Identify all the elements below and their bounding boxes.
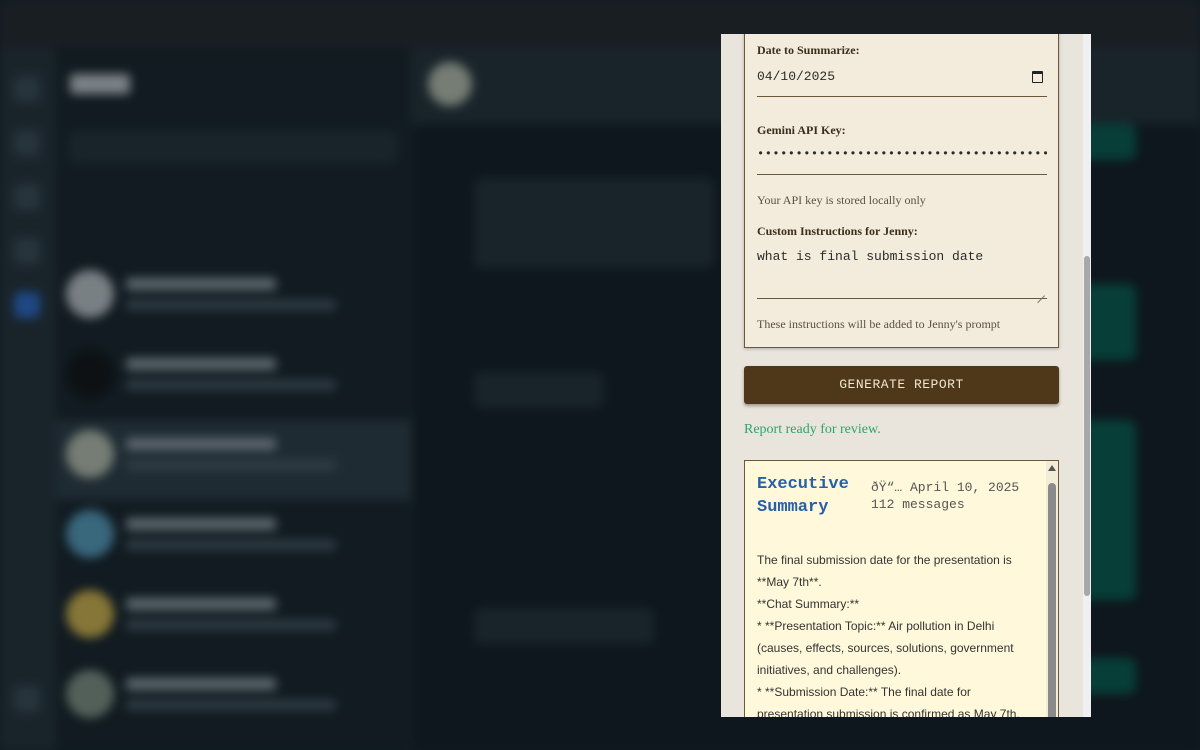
- panel-content: Date to Summarize: 04/10/2025 Gemini API…: [721, 34, 1083, 717]
- api-key-input[interactable]: ••••••••••••••••••••••••••••••••••••••••: [757, 147, 1047, 175]
- report-message-count: 112 messages: [871, 497, 965, 512]
- resize-handle-icon[interactable]: [1037, 288, 1045, 296]
- instructions-label: Custom Instructions for Jenny:: [757, 224, 918, 238]
- instructions-hint: These instructions will be added to Jenn…: [757, 317, 1001, 331]
- settings-card: Date to Summarize: 04/10/2025 Gemini API…: [744, 34, 1059, 348]
- status-message: Report ready for review.: [744, 422, 881, 437]
- report-scroll-thumb[interactable]: [1048, 483, 1056, 717]
- date-label: Date to Summarize:: [757, 43, 860, 57]
- report-output[interactable]: Executive Summary ðŸ“… April 10, 2025 11…: [744, 460, 1059, 717]
- date-input-value: 04/10/2025: [757, 69, 836, 84]
- report-scrollbar[interactable]: [1046, 461, 1058, 717]
- date-input[interactable]: 04/10/2025: [757, 69, 1047, 97]
- panel-scroll-thumb[interactable]: [1084, 256, 1090, 596]
- report-paragraph: * **Submission Date:** The final date fo…: [757, 685, 1020, 717]
- calendar-icon[interactable]: [1032, 71, 1043, 83]
- api-key-value: ••••••••••••••••••••••••••••••••••••••••: [757, 147, 1047, 161]
- instructions-value: what is final submission date: [757, 249, 984, 264]
- report-paragraph: **Chat Summary:**: [757, 597, 860, 611]
- scroll-up-arrow-icon[interactable]: [1048, 465, 1056, 471]
- report-title: Executive Summary: [757, 475, 849, 517]
- api-key-label: Gemini API Key:: [757, 123, 846, 137]
- app-side-rail: [0, 48, 56, 750]
- panel-scrollbar[interactable]: [1083, 34, 1091, 717]
- report-meta: ðŸ“… April 10, 2025 112 messages: [871, 479, 1019, 513]
- jenny-report-panel: Date to Summarize: 04/10/2025 Gemini API…: [721, 34, 1091, 717]
- chat-list: [56, 48, 412, 750]
- api-key-hint: Your API key is stored locally only: [757, 193, 926, 207]
- report-paragraph: * **Presentation Topic:** Air pollution …: [757, 619, 1014, 677]
- report-date: ðŸ“… April 10, 2025: [871, 480, 1020, 495]
- report-paragraph: The final submission date for the presen…: [757, 553, 1012, 589]
- generate-report-button[interactable]: GENERATE REPORT: [744, 366, 1059, 404]
- report-body: The final submission date for the presen…: [757, 549, 1037, 717]
- instructions-textarea[interactable]: what is final submission date: [757, 249, 1047, 299]
